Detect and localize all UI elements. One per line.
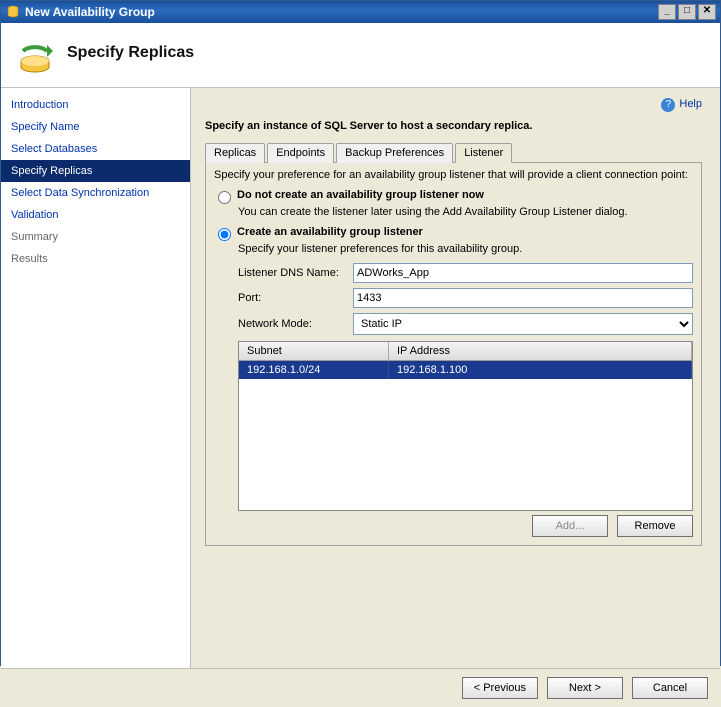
radio-create-listener-sub: Specify your listener preferences for th… <box>238 243 693 255</box>
tab-listener[interactable]: Listener <box>455 143 512 163</box>
tab-strip: Replicas Endpoints Backup Preferences Li… <box>205 143 702 163</box>
tab-backup-preferences[interactable]: Backup Preferences <box>336 143 453 163</box>
close-button[interactable]: ✕ <box>698 4 716 20</box>
previous-button[interactable]: < Previous <box>462 677 538 699</box>
header: Specify Replicas <box>1 23 720 88</box>
radio-do-not-create-label: Do not create an availability group list… <box>237 189 484 201</box>
step-select-data-sync[interactable]: Select Data Synchronization <box>1 182 190 204</box>
maximize-button[interactable]: □ <box>678 4 696 20</box>
radio-create-listener[interactable] <box>218 228 231 241</box>
table-row[interactable]: 192.168.1.0/24 192.168.1.100 <box>239 361 692 379</box>
app-icon <box>5 4 21 20</box>
network-mode-label: Network Mode: <box>238 318 353 330</box>
next-button[interactable]: Next > <box>547 677 623 699</box>
dns-name-label: Listener DNS Name: <box>238 267 353 279</box>
step-introduction[interactable]: Introduction <box>1 94 190 116</box>
ip-address-grid: Subnet IP Address 192.168.1.0/24 192.168… <box>238 341 693 511</box>
step-specify-replicas[interactable]: Specify Replicas <box>1 160 190 182</box>
wizard-icon <box>13 31 57 75</box>
tab-endpoints[interactable]: Endpoints <box>267 143 334 163</box>
page-instruction: Specify an instance of SQL Server to hos… <box>205 120 702 132</box>
title-bar: New Availability Group _ □ ✕ <box>1 1 720 23</box>
minimize-button[interactable]: _ <box>658 4 676 20</box>
step-specify-name[interactable]: Specify Name <box>1 116 190 138</box>
listener-tab-pane: Specify your preference for an availabil… <box>205 162 702 546</box>
network-mode-select[interactable]: Static IP <box>353 313 693 335</box>
help-link[interactable]: ? Help <box>205 98 702 112</box>
port-label: Port: <box>238 292 353 304</box>
col-header-ip[interactable]: IP Address <box>389 342 692 360</box>
radio-create-listener-label: Create an availability group listener <box>237 226 423 238</box>
radio-do-not-create-sub: You can create the listener later using … <box>238 206 693 218</box>
remove-button[interactable]: Remove <box>617 515 693 537</box>
grid-header: Subnet IP Address <box>239 342 692 361</box>
col-header-subnet[interactable]: Subnet <box>239 342 389 360</box>
wizard-footer: < Previous Next > Cancel <box>1 668 720 707</box>
step-results: Results <box>1 248 190 270</box>
dns-name-input[interactable] <box>353 263 693 283</box>
content-pane: ? Help Specify an instance of SQL Server … <box>191 88 720 668</box>
page-title: Specify Replicas <box>67 44 194 62</box>
cancel-button[interactable]: Cancel <box>632 677 708 699</box>
cell-subnet: 192.168.1.0/24 <box>239 361 389 379</box>
wizard-steps-sidebar: Introduction Specify Name Select Databas… <box>1 88 191 668</box>
grid-body: 192.168.1.0/24 192.168.1.100 <box>239 361 692 510</box>
add-button[interactable]: Add... <box>532 515 608 537</box>
cell-ip: 192.168.1.100 <box>389 361 692 379</box>
listener-description: Specify your preference for an availabil… <box>214 169 693 181</box>
port-input[interactable] <box>353 288 693 308</box>
tab-replicas[interactable]: Replicas <box>205 143 265 163</box>
radio-do-not-create[interactable] <box>218 191 231 204</box>
window-title: New Availability Group <box>25 5 656 19</box>
step-select-databases[interactable]: Select Databases <box>1 138 190 160</box>
step-summary: Summary <box>1 226 190 248</box>
step-validation[interactable]: Validation <box>1 204 190 226</box>
help-label: Help <box>679 98 702 110</box>
help-icon: ? <box>661 98 675 112</box>
